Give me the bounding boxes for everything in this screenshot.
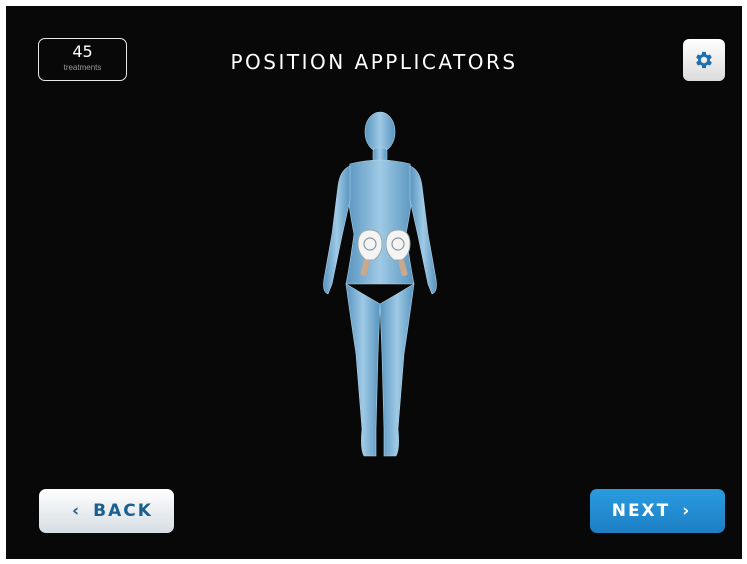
page-title: POSITION APPLICATORS [230, 50, 518, 74]
back-button[interactable]: ‹ BACK [39, 489, 174, 533]
chevron-left-icon: ‹ [72, 501, 82, 521]
back-button-label: BACK [93, 501, 153, 521]
next-button[interactable]: NEXT › [590, 489, 725, 533]
settings-button[interactable] [683, 39, 725, 81]
screen: 45 treatments POSITION APPLICATORS ‹ BAC… [6, 6, 742, 559]
female-body-illustration [323, 111, 437, 457]
gear-icon [696, 51, 712, 69]
body-figure [306, 104, 454, 464]
chevron-right-icon: › [682, 501, 692, 521]
next-button-label: NEXT [611, 501, 671, 521]
